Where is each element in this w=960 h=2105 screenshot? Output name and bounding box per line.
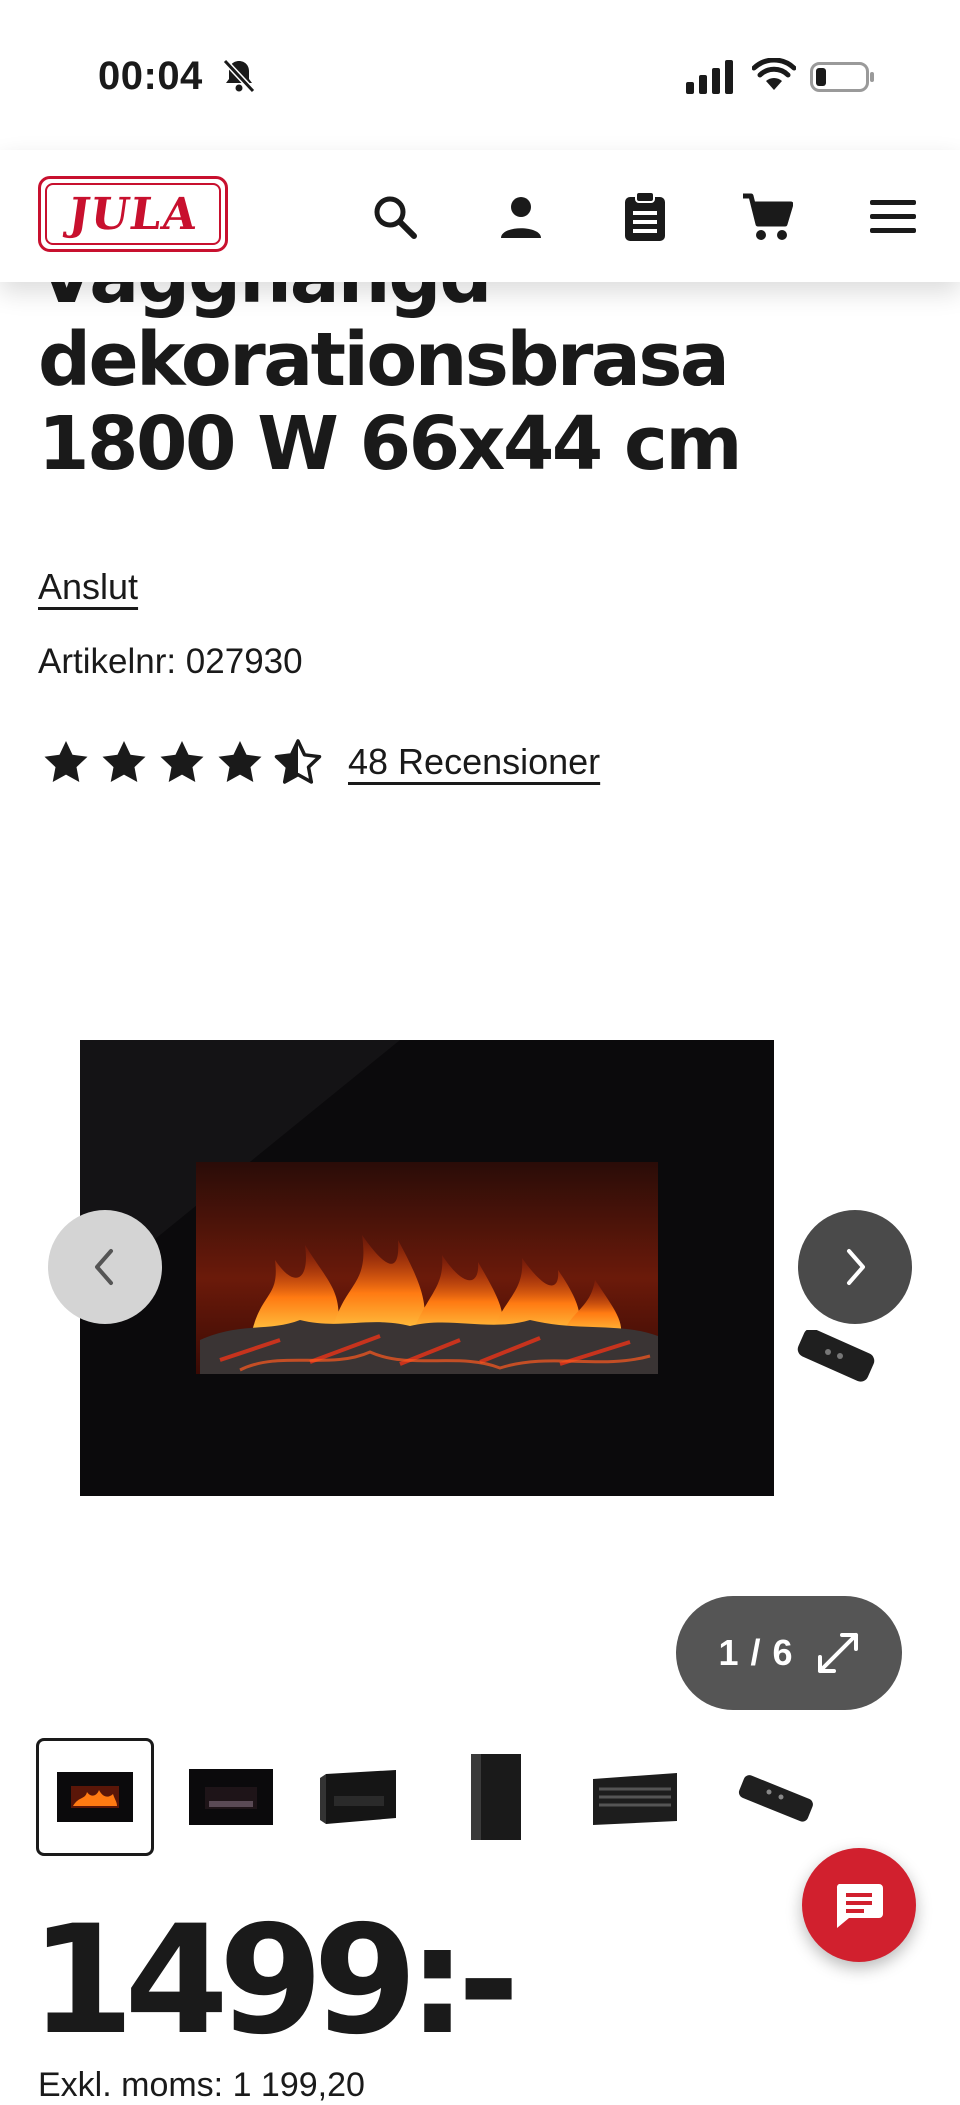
thumbnail-3[interactable]: [300, 1738, 418, 1856]
cart-icon: [743, 193, 793, 240]
price-excl-vat: Exkl. moms: 1 199,20: [38, 2066, 365, 2104]
gallery-prev-button[interactable]: [48, 1210, 162, 1324]
product-price: 1499:-: [30, 1894, 520, 2068]
thumbnail-image-fireplace-angled: [320, 1770, 396, 1824]
gallery-thumbnails: [36, 1738, 936, 1856]
signal-icon: [686, 60, 733, 94]
logo-text: JULA: [65, 188, 201, 240]
thumbnail-2[interactable]: [172, 1738, 290, 1856]
chat-button[interactable]: [802, 1848, 916, 1962]
clipboard-icon: [625, 191, 665, 241]
wifi-icon: [752, 58, 796, 90]
search-icon: [374, 196, 417, 239]
article-number: Artikelnr: 027930: [38, 642, 303, 681]
logo-frame: JULA: [45, 183, 221, 245]
thumbnail-image-fireplace-front: [57, 1772, 133, 1822]
gallery-counter: 1 / 6: [718, 1632, 794, 1673]
thumbnail-image-remote-control: [738, 1775, 813, 1822]
cart-button[interactable]: [740, 190, 794, 244]
thumbnail-image-fireplace-top: [593, 1773, 677, 1825]
site-header: JULA: [0, 150, 960, 282]
star-full-icon: [218, 741, 262, 782]
status-time: 00:04: [98, 54, 203, 98]
chevron-left-icon: [95, 1249, 113, 1285]
product-title: dekorationsbrasa 1800 W 66x44 cm: [38, 317, 743, 487]
thumbnail-image-fireplace-side: [471, 1754, 521, 1840]
menu-icon: [870, 200, 916, 233]
user-icon: [501, 197, 541, 238]
jula-logo[interactable]: JULA: [38, 176, 228, 252]
rating-row[interactable]: 48 Recensioner: [42, 734, 600, 790]
star-half-icon: [274, 739, 322, 784]
menu-button[interactable]: [866, 190, 920, 244]
account-button[interactable]: [494, 190, 548, 244]
product-image-fireplace[interactable]: [80, 1040, 774, 1496]
product-gallery[interactable]: 1 / 6: [0, 1000, 960, 1710]
remote-control-image: [797, 1330, 875, 1382]
star-full-icon: [44, 741, 88, 782]
shopping-list-button[interactable]: [618, 190, 672, 244]
bell-slash-icon: [222, 58, 256, 94]
chevron-right-icon: [847, 1249, 865, 1285]
search-button[interactable]: [368, 190, 422, 244]
gallery-counter-fullscreen-button[interactable]: 1 / 6: [676, 1596, 902, 1710]
expand-icon: [817, 1633, 858, 1673]
thumbnail-4[interactable]: [434, 1738, 552, 1856]
thumbnail-5[interactable]: [576, 1738, 694, 1856]
thumbnail-6[interactable]: [716, 1738, 834, 1856]
chat-icon: [836, 1884, 883, 1928]
brand-link[interactable]: Anslut: [38, 566, 138, 608]
battery-icon: [810, 62, 874, 92]
thumbnail-image-fireplace-dark: [189, 1769, 273, 1825]
star-full-icon: [160, 741, 204, 782]
status-bar: 00:04: [0, 0, 960, 150]
reviews-link[interactable]: 48 Recensioner: [348, 741, 600, 783]
star-full-icon: [102, 741, 146, 782]
thumbnail-1[interactable]: [36, 1738, 154, 1856]
gallery-next-button[interactable]: [798, 1210, 912, 1324]
